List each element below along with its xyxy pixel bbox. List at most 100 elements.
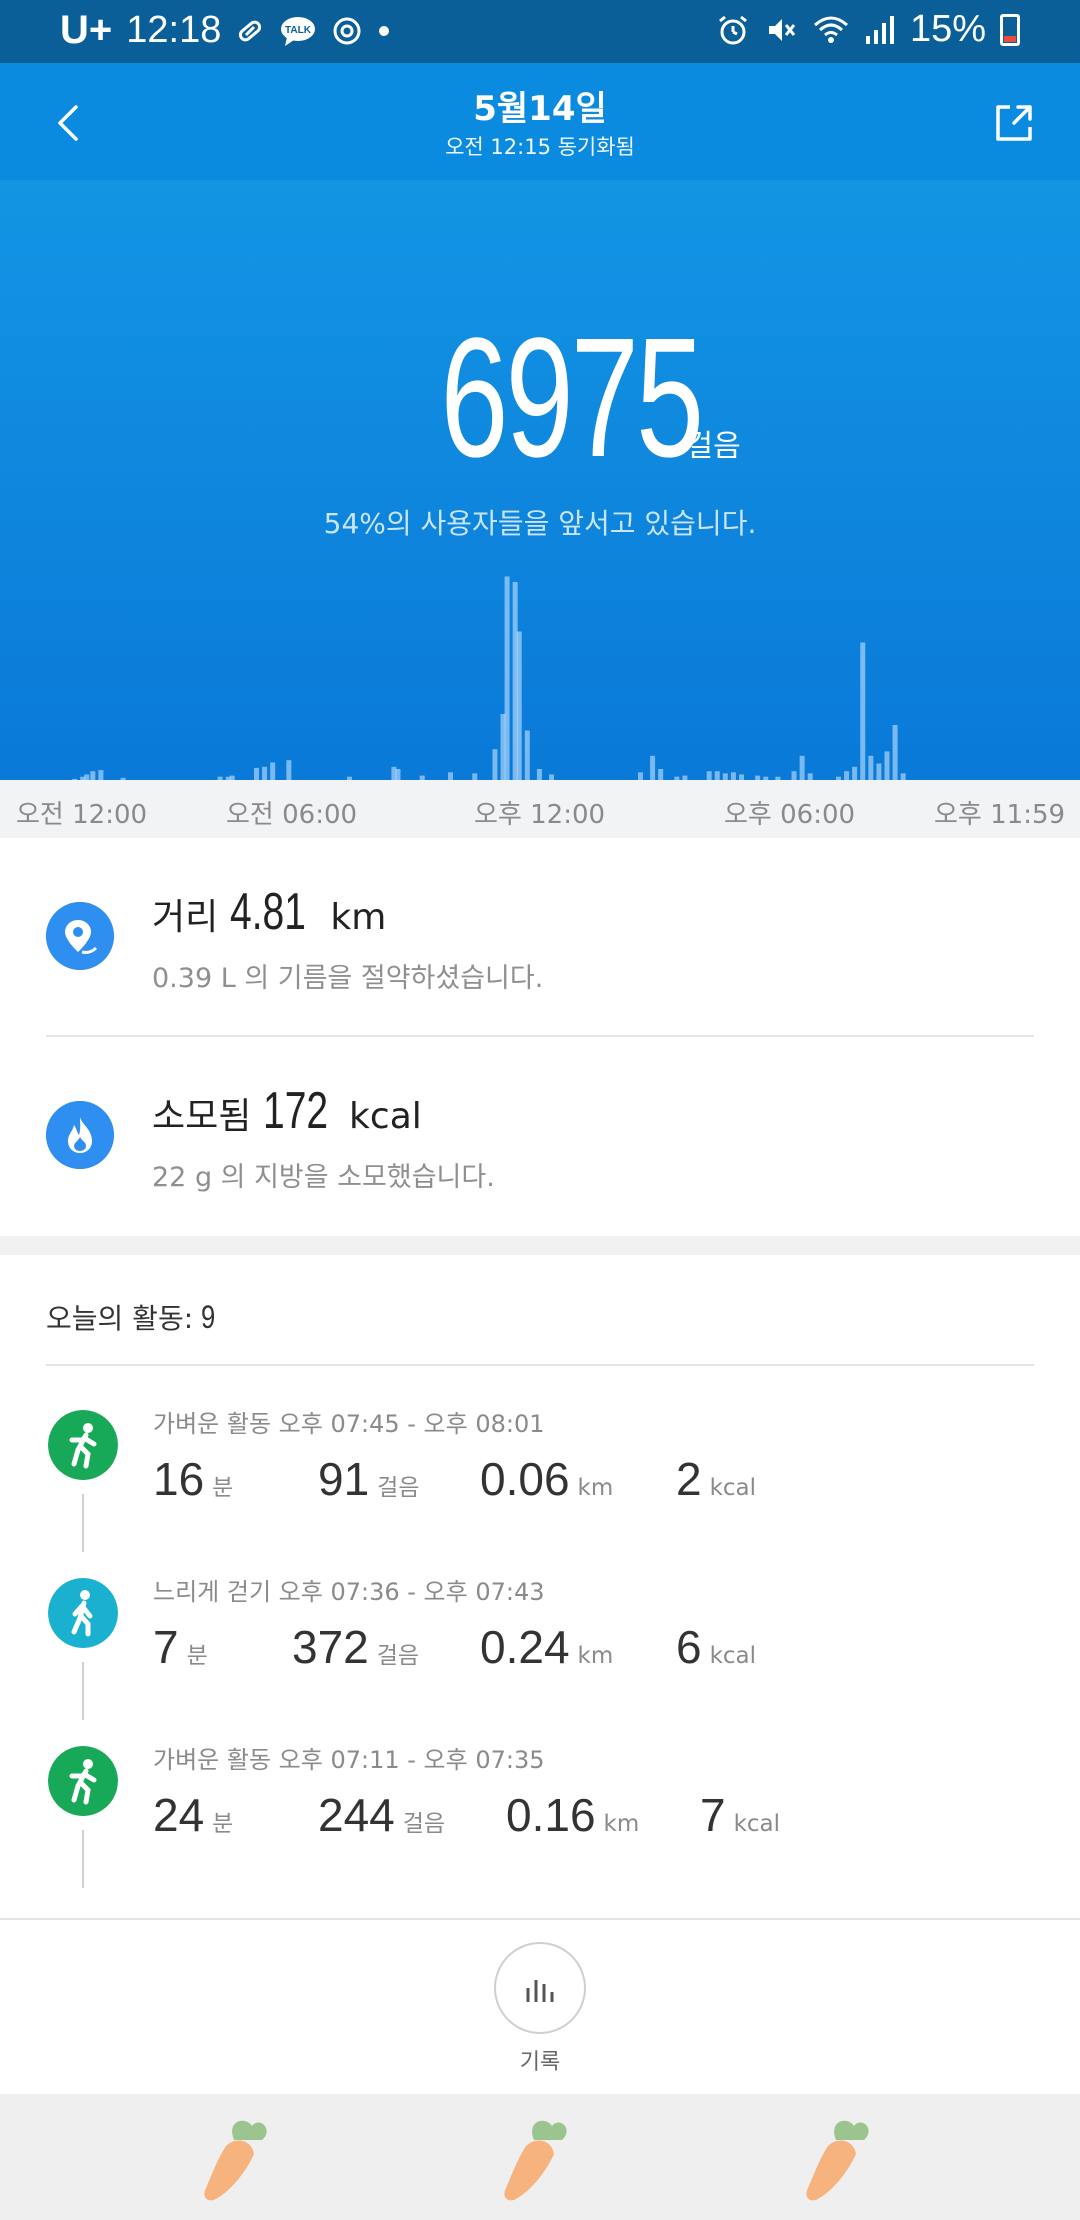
steps-hero: 6975걸음 54%의 사용자들을 앞서고 있습니다. xyxy=(0,180,1080,780)
time-axis: 오전 12:00 오전 06:00 오후 12:00 오후 06:00 오후 1… xyxy=(0,780,1080,838)
kcal-value: 7 xyxy=(700,1789,726,1841)
activity-calories: 6 kcal xyxy=(676,1620,756,1674)
chart-bar xyxy=(448,772,453,780)
activity-calories: 2 kcal xyxy=(676,1452,756,1506)
activity-calories: 7 kcal xyxy=(700,1788,780,1842)
chart-bar xyxy=(844,771,850,780)
steps-value: 6975 xyxy=(440,303,705,493)
activities-label: 오늘의 활동: xyxy=(46,1302,194,1335)
share-button[interactable] xyxy=(984,93,1044,153)
pill-icon xyxy=(239,20,262,41)
calories-label: 소모됨 xyxy=(152,1096,252,1137)
activities-header: 오늘의 활동: 9 xyxy=(46,1297,219,1337)
timeline-connector xyxy=(82,1494,84,1552)
bottom-bar: 기록 xyxy=(0,1920,1080,2094)
chart-bar xyxy=(658,769,664,780)
kcal-unit: kcal xyxy=(733,1811,781,1837)
chart-bar xyxy=(504,576,510,780)
km-value: 0.06 xyxy=(480,1453,570,1505)
ad-banner[interactable] xyxy=(0,2094,1080,2220)
axis-label: 오전 06:00 xyxy=(226,800,358,830)
km-unit: km xyxy=(577,1643,614,1669)
activity-steps: 372 걸음 xyxy=(292,1620,419,1674)
record-button[interactable] xyxy=(494,1942,586,2034)
calories-value: 172 xyxy=(262,1082,328,1140)
kcal-value: 2 xyxy=(676,1453,702,1505)
chart-bar xyxy=(799,755,805,780)
battery-percent: 15% xyxy=(909,8,986,50)
calories-unit: kcal xyxy=(349,1096,422,1137)
chart-bar xyxy=(524,730,530,780)
chart-bar xyxy=(90,771,96,780)
record-label: 기록 xyxy=(519,2050,561,2075)
status-bar: U+ 12:18 TALK 15% xyxy=(0,0,1080,63)
steps-unit: 걸음 xyxy=(377,1475,420,1501)
activity-minutes: 16 분 xyxy=(153,1452,233,1506)
calories-row[interactable]: 소모됨 172 kcal 22 g 의 지방을 소모했습니다. xyxy=(0,1037,1080,1236)
chart-bar xyxy=(868,755,874,780)
minutes-unit: 분 xyxy=(186,1643,208,1669)
steps-value: 372 xyxy=(292,1621,369,1673)
activity-steps: 244 걸음 xyxy=(318,1788,445,1842)
steps-unit: 걸음 xyxy=(402,1811,446,1837)
chart-bar xyxy=(286,760,292,780)
status-time: 12:18 xyxy=(126,9,222,51)
activity-title: 가벼운 활동 오후 07:45 - 오후 08:01 xyxy=(153,1410,545,1438)
sync-status: 오전 12:15 동기화됨 xyxy=(445,135,635,159)
chart-bar xyxy=(706,771,712,780)
activity-title: 가벼운 활동 오후 07:11 - 오후 07:35 xyxy=(153,1746,545,1774)
activities-section: 오늘의 활동: 9 가벼운 활동 오후 07:45 - 오후 08:01 16 분 … xyxy=(0,1255,1080,1918)
divider xyxy=(46,1364,1034,1366)
activity-item[interactable]: 가벼운 활동 오후 07:45 - 오후 08:01 16 분 91 걸음 0.06… xyxy=(0,1390,1080,1558)
dot-icon xyxy=(379,25,390,36)
distance-label: 거리 xyxy=(152,897,219,938)
carrot-icon xyxy=(204,2120,267,2201)
steps-value: 91 xyxy=(318,1453,370,1505)
light-activity-icon xyxy=(48,1746,118,1816)
activity-minutes: 7분 xyxy=(153,1620,208,1674)
carrot-icon xyxy=(806,2120,869,2201)
timeline-connector xyxy=(82,1662,84,1720)
map-pin-icon xyxy=(46,902,114,970)
steps-value: 244 xyxy=(318,1789,395,1841)
mute-icon xyxy=(768,18,796,41)
km-unit: km xyxy=(577,1475,614,1501)
distance-sub: 0.39 L 의 기름을 절약하셨습니다. xyxy=(152,963,544,994)
minutes-unit: 분 xyxy=(212,1811,234,1837)
chart-bar xyxy=(254,767,259,780)
distance-value: 4.81 xyxy=(229,883,306,941)
chart-bar xyxy=(714,771,720,780)
chart-bar xyxy=(722,773,728,780)
distance-row[interactable]: 거리 4.81 km 0.39 L 의 기름을 절약하셨습니다. xyxy=(0,838,1080,1037)
talk-badge-text: TALK xyxy=(285,25,312,36)
km-value: 0.16 xyxy=(506,1789,596,1841)
chart-bar xyxy=(270,762,276,780)
page-title: 5월14일 xyxy=(473,89,607,129)
activity-title: 느리게 걷기 오후 07:36 - 오후 07:43 xyxy=(153,1578,545,1606)
distance-unit: km xyxy=(330,897,387,938)
axis-label: 오전 12:00 xyxy=(16,800,148,830)
stats-card: 거리 4.81 km 0.39 L 의 기름을 절약하셨습니다. 소모됨 172… xyxy=(0,838,1080,1236)
sync-icon xyxy=(333,17,361,44)
chart-bar xyxy=(472,773,478,780)
chart-bar xyxy=(492,749,498,780)
chart-bar xyxy=(637,772,643,780)
calories-sub: 22 g 의 지방을 소모했습니다. xyxy=(152,1162,495,1193)
activity-item[interactable]: 느리게 걷기 오후 07:36 - 오후 07:43 7분 372 걸음 0.24… xyxy=(0,1558,1080,1726)
axis-label: 오후 12:00 xyxy=(474,800,606,830)
walking-icon xyxy=(48,1578,118,1648)
timeline-connector xyxy=(82,1830,84,1888)
chart-bar xyxy=(262,766,268,780)
chart-bar xyxy=(860,642,866,780)
chart-bar xyxy=(98,770,104,780)
axis-label: 오후 06:00 xyxy=(724,800,856,830)
battery-icon xyxy=(1000,13,1020,46)
alarm-icon xyxy=(719,15,747,44)
minutes-value: 16 xyxy=(153,1453,205,1505)
activity-item[interactable]: 가벼운 활동 오후 07:11 - 오후 07:35 24 분 244 걸음 0.1… xyxy=(0,1726,1080,1894)
chart-bar xyxy=(791,771,797,780)
rank-text: 54%의 사용자들을 앞서고 있습니다. xyxy=(323,507,757,540)
minutes-value: 24 xyxy=(153,1789,205,1841)
chart-bar xyxy=(516,631,522,780)
signal-icon xyxy=(865,15,894,44)
